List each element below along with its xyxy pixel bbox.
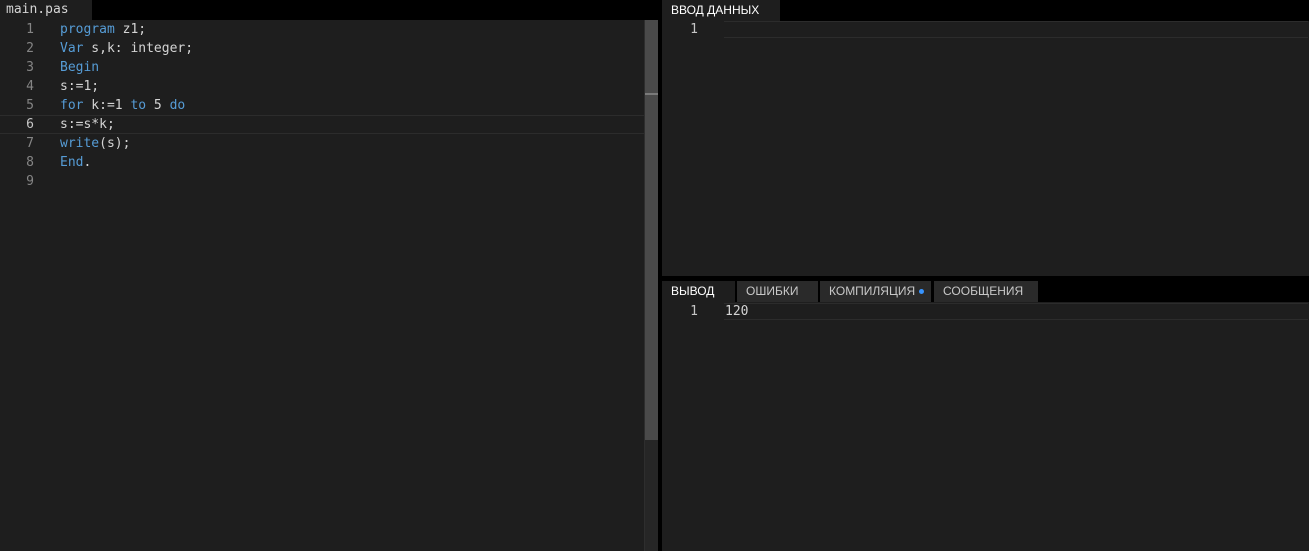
tab-output[interactable]: ВЫВОД: [662, 281, 735, 302]
scrollbar-cursor-marker: [645, 93, 658, 95]
code-line[interactable]: 6 s:=s*k;: [0, 115, 656, 134]
code-token: .: [83, 155, 92, 170]
line-number: 8: [26, 155, 34, 170]
code-text: Begin: [60, 58, 99, 77]
input-field[interactable]: [724, 21, 1308, 38]
output-panel: ВЫВОД ОШИБКИ КОМПИЛЯЦИЯ СООБЩЕНИЯ 1 120: [662, 281, 1309, 551]
code-line[interactable]: 7 write(s);: [0, 134, 656, 153]
tab-errors[interactable]: ОШИБКИ: [737, 281, 818, 302]
input-panel: ВВОД ДАННЫХ 1: [662, 0, 1309, 276]
code-token: s,k: integer;: [83, 41, 194, 56]
keyword-token: write: [60, 136, 100, 151]
line-number: 6: [26, 117, 34, 132]
status-dot-icon: [919, 289, 924, 294]
line-number: 1: [26, 22, 34, 37]
code-token: (s);: [99, 136, 131, 151]
code-line[interactable]: 8 End.: [0, 153, 656, 172]
line-number: 5: [26, 98, 34, 113]
code-token: 5: [146, 98, 170, 113]
output-line-1: 1 120: [662, 303, 1309, 321]
code-line[interactable]: 4 s:=1;: [0, 77, 656, 96]
keyword-token: for: [60, 98, 84, 113]
code-text: s:=1;: [60, 77, 99, 96]
tab-main-pas[interactable]: main.pas: [0, 0, 92, 20]
keyword-token: do: [169, 98, 186, 113]
code-token: s:=1;: [60, 79, 100, 94]
editor-tabbar: main.pas: [0, 0, 659, 20]
output-panel-tabbar: ВЫВОД ОШИБКИ КОМПИЛЯЦИЯ СООБЩЕНИЯ: [662, 281, 1309, 302]
code-text: s:=s*k;: [60, 116, 115, 133]
code-line[interactable]: 3 Begin: [0, 58, 656, 77]
output-value: 120: [724, 303, 1308, 320]
keyword-token: End: [60, 155, 84, 170]
line-number: 3: [26, 60, 34, 75]
output-line-number: 1: [690, 304, 698, 319]
code-text: End.: [60, 153, 91, 172]
code-line[interactable]: 1 program z1;: [0, 20, 656, 39]
ide-window: main.pas 1 program z1; 2 Var s,k: integer; 3…: [0, 0, 1309, 551]
input-line-number: 1: [690, 22, 698, 37]
input-line-1: 1: [662, 21, 1309, 39]
code-line[interactable]: 9: [0, 172, 656, 191]
tab-messages[interactable]: СООБЩЕНИЯ: [934, 281, 1038, 302]
line-number: 4: [26, 79, 34, 94]
keyword-token: program: [60, 22, 115, 37]
input-panel-tabbar: ВВОД ДАННЫХ: [662, 0, 1309, 21]
code-text: Var s,k: integer;: [60, 39, 193, 58]
keyword-token: Begin: [60, 60, 100, 75]
tab-compilation[interactable]: КОМПИЛЯЦИЯ: [820, 281, 931, 302]
keyword-token: Var: [60, 41, 84, 56]
code-text: for k:=1 to 5 do: [60, 96, 185, 115]
code-token: s:=s*k;: [60, 117, 115, 132]
line-number: 2: [26, 41, 34, 56]
keyword-token: to: [130, 98, 147, 113]
tab-compilation-label: КОМПИЛЯЦИЯ: [829, 284, 916, 298]
code-line[interactable]: 5 for k:=1 to 5 do: [0, 96, 656, 115]
code-line[interactable]: 2 Var s,k: integer;: [0, 39, 656, 58]
code-token: z1;: [114, 22, 147, 37]
code-text: program z1;: [60, 20, 146, 39]
editor-scrollbar-thumb[interactable]: [645, 20, 658, 440]
line-number: 7: [26, 136, 34, 151]
code-area[interactable]: 1 program z1; 2 Var s,k: integer; 3 Begin 4 s:=…: [0, 20, 656, 551]
line-number: 9: [26, 174, 34, 189]
code-token: k:=1: [83, 98, 131, 113]
code-editor: main.pas 1 program z1; 2 Var s,k: integer; 3…: [0, 0, 659, 551]
tab-input-data[interactable]: ВВОД ДАННЫХ: [662, 0, 780, 21]
code-text: write(s);: [60, 134, 130, 153]
